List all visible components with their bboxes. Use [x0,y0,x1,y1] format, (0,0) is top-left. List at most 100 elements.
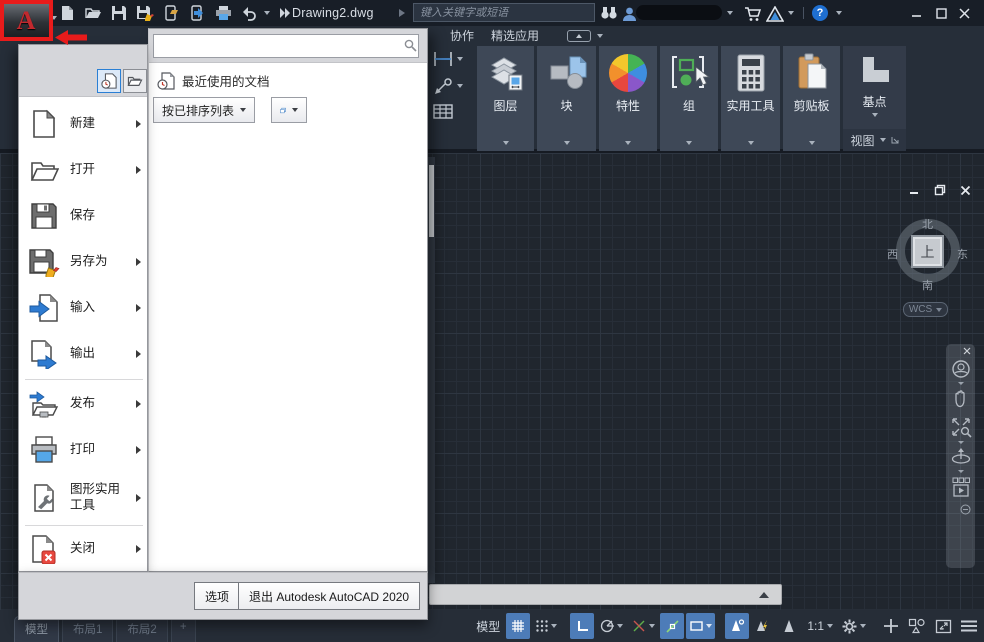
annotation-scale-icon[interactable] [777,613,801,639]
recent-commands-arrow[interactable] [759,592,769,598]
snap-toggle[interactable] [532,613,560,639]
panel-view[interactable]: 基点 视图 [843,46,906,151]
annotation-scale-value[interactable]: 1:1 [803,613,836,639]
open-documents-toggle[interactable] [123,69,147,93]
command-line-bar[interactable] [429,584,782,605]
base-point-label[interactable]: 基点 [862,93,886,110]
options-button[interactable]: 选项 [194,582,240,610]
scale-caret[interactable] [827,624,833,628]
pan-hand-icon[interactable] [951,388,971,410]
linear-dimension-icon[interactable] [432,50,476,68]
recent-documents-toggle[interactable] [97,69,121,93]
object-snap-toggle[interactable] [660,613,684,639]
menu-item-save-as[interactable]: 另存为 [23,239,145,285]
doc-minimize-icon[interactable] [903,180,925,200]
panel-clipboard[interactable]: 剪贴板 [783,46,840,151]
base-point-caret[interactable] [872,113,878,117]
vertical-scrollbar-thumb[interactable] [429,165,434,237]
help-icon[interactable]: ? [812,5,828,21]
panel-block-caret[interactable] [564,141,570,145]
viewcube-east[interactable]: 东 [957,246,968,262]
navbar-customize-icon[interactable] [960,504,971,515]
zoom-extents-icon[interactable] [950,416,972,438]
help-search-input[interactable] [413,3,595,22]
open-from-mobile-icon[interactable] [160,2,182,24]
save-as-icon[interactable] [134,2,156,24]
undo-icon[interactable] [238,2,260,24]
wcs-dropdown[interactable]: WCS [903,302,948,317]
clean-screen-icon[interactable] [931,613,955,639]
polar-caret[interactable] [617,624,623,628]
multileader-icon[interactable] [432,77,476,95]
viewcube-south[interactable]: 南 [922,277,933,293]
ribbon-minimize-button[interactable] [567,30,591,42]
zoom-caret[interactable] [958,441,964,444]
menu-item-close[interactable]: 关闭 [23,527,145,571]
sort-order-dropdown[interactable]: 按已排序列表 [153,97,255,123]
menu-search-input[interactable] [153,34,419,58]
minimize-button[interactable] [905,3,927,23]
menu-item-open[interactable]: 打开 [23,147,145,193]
model-space-button[interactable]: 模型 [472,618,504,635]
otrack-caret[interactable] [649,624,655,628]
save-icon[interactable] [108,2,130,24]
panel-groups[interactable]: 组 [660,46,718,151]
dialog-launcher-icon[interactable] [891,136,899,144]
menu-item-print[interactable]: 打印 [23,427,145,473]
panel-block[interactable]: 块 [537,46,596,151]
menu-item-export[interactable]: 输出 [23,331,145,377]
showmotion-icon[interactable] [951,476,971,498]
viewcube-north[interactable]: 北 [922,216,933,232]
search-binoculars-icon[interactable] [598,2,620,24]
navigation-wheel-icon[interactable] [951,359,971,379]
maximize-button[interactable] [930,3,952,23]
wheel-caret[interactable] [958,382,964,385]
viewcube-west[interactable]: 西 [887,246,898,262]
undo-dropdown-caret[interactable] [264,11,270,15]
polar-tracking-toggle[interactable] [596,613,626,639]
panel-clipboard-caret[interactable] [809,141,815,145]
view-panel-footer[interactable]: 视图 [843,129,906,151]
customization-menu-icon[interactable] [957,613,981,639]
panel-properties-caret[interactable] [625,141,631,145]
tab-featured-apps[interactable]: 精选应用 [487,26,543,46]
workspace-gear-icon[interactable] [838,613,869,639]
panel-utilities[interactable]: 实用工具 [721,46,780,151]
close-button[interactable] [953,3,975,23]
menu-item-save[interactable]: 保存 [23,193,145,239]
dyninput-caret[interactable] [706,624,712,628]
tracking-plus-icon[interactable] [879,613,903,639]
viewcube-top-face[interactable]: 上 [911,235,944,268]
exit-button[interactable]: 退出 Autodesk AutoCAD 2020 [238,582,420,610]
tab-collaborate[interactable]: 协作 [446,26,478,46]
table-icon[interactable] [432,103,476,125]
object-snap-tracking-toggle[interactable] [628,613,658,639]
open-icon[interactable] [82,2,104,24]
qnew-icon[interactable] [56,2,78,24]
plot-icon[interactable] [212,2,234,24]
a360-icon[interactable] [764,3,786,25]
menu-item-drawing-utilities[interactable]: 图形实用工具 [23,473,145,523]
workspace-caret[interactable] [860,624,866,628]
panel-groups-caret[interactable] [686,141,692,145]
navbar-close-icon[interactable] [963,347,971,355]
panel-utilities-caret[interactable] [748,141,754,145]
dynamic-input-toggle[interactable] [686,613,715,639]
orbit-icon[interactable] [950,447,972,467]
annotation-autoscale-toggle[interactable] [751,613,775,639]
orbit-caret[interactable] [958,470,964,473]
ortho-toggle[interactable] [570,613,594,639]
doc-close-icon[interactable] [954,180,976,200]
user-menu-caret[interactable] [727,11,733,15]
search-icon[interactable] [404,39,417,52]
menu-item-publish[interactable]: 发布 [23,381,145,427]
app-store-cart-icon[interactable] [742,3,764,25]
snap-caret[interactable] [551,624,557,628]
panel-properties[interactable]: 特性 [599,46,657,151]
doc-restore-icon[interactable] [929,180,951,200]
menu-item-new[interactable]: 新建 [23,101,145,147]
vertical-scrollbar[interactable] [428,157,435,583]
panel-layers[interactable]: 图层 [477,46,534,151]
save-to-mobile-icon[interactable] [186,2,208,24]
menu-item-import[interactable]: 输入 [23,285,145,331]
